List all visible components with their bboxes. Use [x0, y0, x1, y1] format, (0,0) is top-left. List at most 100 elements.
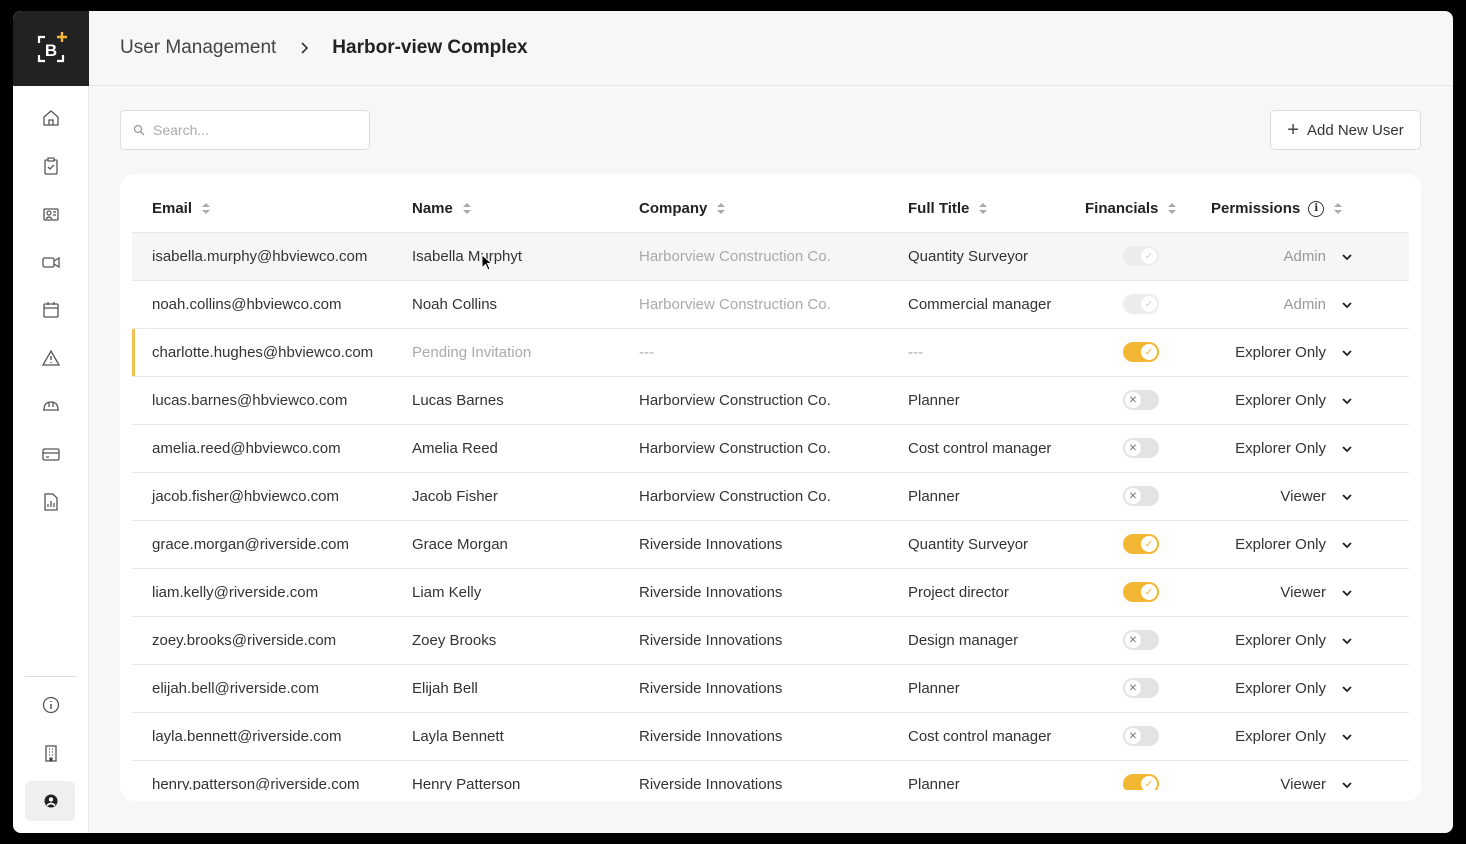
table-row[interactable]: zoey.brooks@riverside.com Zoey Brooks Rive…	[132, 617, 1409, 665]
table-row[interactable]: layla.bennett@riverside.com Layla Bennett…	[132, 713, 1409, 761]
cell-name: Grace Morgan	[412, 536, 508, 553]
permission-value[interactable]: Viewer	[1280, 488, 1326, 505]
table-body: isabella.murphy@hbviewco.com Isabella Mur…	[132, 233, 1409, 790]
column-name[interactable]: Name	[412, 200, 471, 217]
cell-full-title: Quantity Surveyor	[908, 248, 1029, 265]
table-row[interactable]: lucas.barnes@hbviewco.com Lucas Barnes Har…	[132, 377, 1409, 425]
cell-full-title: Planner	[908, 680, 960, 697]
user-account-icon	[44, 794, 58, 808]
table-row[interactable]: charlotte.hughes@hbviewco.com Pending Inv…	[132, 329, 1409, 377]
sort-icon	[462, 202, 471, 215]
nav-reports[interactable]	[13, 482, 89, 522]
add-new-user-button[interactable]: + Add New User	[1270, 110, 1421, 150]
chevron-down-icon[interactable]	[1341, 299, 1353, 311]
cell-full-title: Commercial manager	[908, 296, 1052, 313]
financials-toggle[interactable]: ✕	[1123, 486, 1159, 506]
users-table: Email Name Company Full Title Financials…	[120, 174, 1421, 801]
financials-toggle[interactable]: ✕	[1123, 726, 1159, 746]
chevron-down-icon[interactable]	[1341, 779, 1353, 790]
table-row[interactable]: elijah.bell@riverside.com Elijah Bell Rive…	[132, 665, 1409, 713]
financials-toggle[interactable]: ✓	[1123, 774, 1159, 790]
cell-name: Jacob Fisher	[412, 488, 498, 505]
page-header: User Management Harbor-view Complex	[89, 11, 1453, 86]
nav-alerts[interactable]	[13, 338, 89, 378]
app-window: B User Management Harbor-view Complex Se…	[13, 11, 1453, 833]
chevron-down-icon[interactable]	[1341, 491, 1353, 503]
table-row[interactable]: grace.morgan@riverside.com Grace Morgan Ri…	[132, 521, 1409, 569]
chevron-down-icon[interactable]	[1341, 443, 1353, 455]
table-header: Email Name Company Full Title Financials…	[132, 174, 1409, 233]
nav-video[interactable]	[13, 242, 89, 282]
chevron-down-icon[interactable]	[1341, 251, 1353, 263]
check-icon: ✓	[1141, 296, 1157, 312]
info-icon[interactable]: i	[1308, 200, 1325, 217]
cell-company: Riverside Innovations	[639, 536, 783, 553]
nav-billing[interactable]	[13, 434, 89, 474]
financials-toggle[interactable]: ✕	[1123, 390, 1159, 410]
column-permissions[interactable]: Permissions i	[1211, 200, 1343, 217]
permission-value[interactable]: Explorer Only	[1235, 344, 1326, 361]
chevron-down-icon[interactable]	[1341, 587, 1353, 599]
column-company[interactable]: Company	[639, 200, 726, 217]
nav-people[interactable]	[13, 194, 89, 234]
table-row[interactable]: jacob.fisher@hbviewco.com Jacob Fisher Har…	[132, 473, 1409, 521]
chevron-down-icon[interactable]	[1341, 539, 1353, 551]
permission-value[interactable]: Viewer	[1280, 776, 1326, 790]
nav-user-management[interactable]	[13, 781, 89, 821]
x-icon: ✕	[1125, 680, 1141, 696]
permission-value[interactable]: Admin	[1283, 296, 1326, 313]
cell-email: grace.morgan@riverside.com	[152, 536, 349, 553]
cell-company: ---	[639, 344, 654, 361]
financials-toggle[interactable]: ✓	[1123, 582, 1159, 602]
column-email[interactable]: Email	[152, 200, 211, 217]
app-logo[interactable]: B	[13, 11, 89, 86]
sort-icon	[979, 202, 988, 215]
chevron-down-icon[interactable]	[1341, 395, 1353, 407]
permission-value[interactable]: Viewer	[1280, 584, 1326, 601]
financials-toggle[interactable]: ✕	[1123, 678, 1159, 698]
sort-icon	[202, 202, 211, 215]
search-input[interactable]	[153, 122, 353, 138]
table-row[interactable]: liam.kelly@riverside.com Liam Kelly Rivers…	[132, 569, 1409, 617]
nav-info[interactable]	[13, 685, 89, 725]
chevron-down-icon[interactable]	[1341, 731, 1353, 743]
nav-home[interactable]	[13, 98, 89, 138]
check-icon: ✓	[1141, 776, 1157, 790]
cell-company: Riverside Innovations	[639, 584, 783, 601]
cell-name: Liam Kelly	[412, 584, 482, 601]
permission-value[interactable]: Explorer Only	[1235, 680, 1326, 697]
permission-value[interactable]: Explorer Only	[1235, 536, 1326, 553]
nav-company[interactable]	[13, 733, 89, 773]
nav-safety[interactable]	[13, 386, 89, 426]
permission-value[interactable]: Explorer Only	[1235, 632, 1326, 649]
permission-value[interactable]: Explorer Only	[1235, 440, 1326, 457]
financials-toggle[interactable]: ✕	[1123, 438, 1159, 458]
table-row[interactable]: isabella.murphy@hbviewco.com Isabella Mur…	[132, 233, 1409, 281]
chevron-down-icon[interactable]	[1341, 683, 1353, 695]
table-row[interactable]: noah.collins@hbviewco.com Noah Collins Har…	[132, 281, 1409, 329]
financials-toggle[interactable]: ✓	[1123, 342, 1159, 362]
financials-toggle[interactable]: ✕	[1123, 630, 1159, 650]
cell-full-title: Planner	[908, 392, 960, 409]
permission-value[interactable]: Admin	[1283, 248, 1326, 265]
clipboard-check-icon	[44, 157, 58, 175]
table-row[interactable]: henry.patterson@riverside.com Henry Patte…	[132, 761, 1409, 790]
warning-icon	[41, 349, 61, 366]
building-icon	[45, 745, 57, 762]
permission-value[interactable]: Explorer Only	[1235, 392, 1326, 409]
chevron-down-icon[interactable]	[1341, 347, 1353, 359]
table-row[interactable]: amelia.reed@hbviewco.com Amelia Reed Harbo…	[132, 425, 1409, 473]
nav-tasks[interactable]	[13, 146, 89, 186]
column-full-title[interactable]: Full Title	[908, 200, 988, 217]
cell-name: Noah Collins	[412, 296, 498, 313]
financials-toggle[interactable]: ✓	[1123, 534, 1159, 554]
mouse-cursor-icon	[481, 254, 493, 271]
nav-calendar[interactable]	[13, 290, 89, 330]
permission-value[interactable]: Explorer Only	[1235, 728, 1326, 745]
column-financials[interactable]: Financials	[1085, 200, 1177, 217]
breadcrumb-root[interactable]: User Management	[120, 37, 276, 59]
cell-email: henry.patterson@riverside.com	[152, 776, 360, 790]
cell-name: Lucas Barnes	[412, 392, 504, 409]
chevron-down-icon[interactable]	[1341, 635, 1353, 647]
sort-icon	[717, 202, 726, 215]
